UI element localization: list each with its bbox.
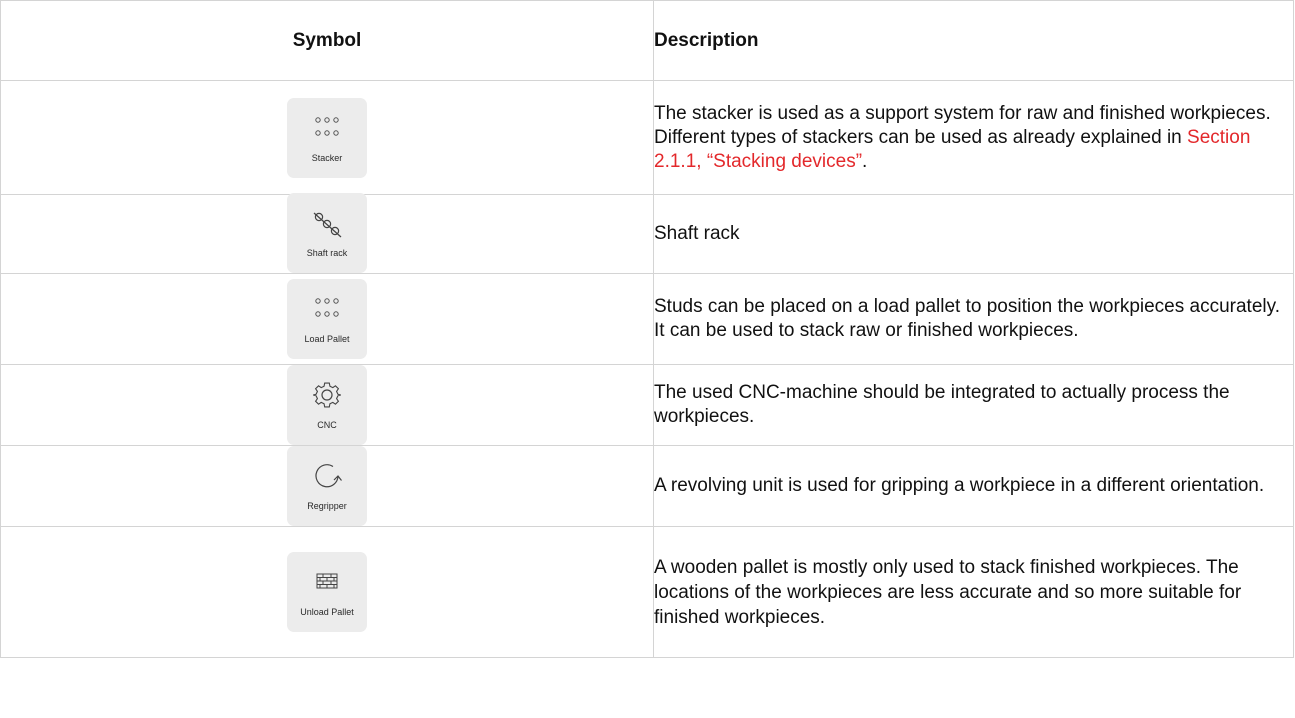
- table-row: Load Pallet Studs can be placed on a loa…: [0, 273, 1294, 365]
- shaft-rack-tile: Shaft rack: [287, 193, 367, 273]
- symbol-table: Symbol Description Stacker The stacker i…: [0, 0, 1294, 658]
- table-row: Unload Pallet A wooden pallet is mostly …: [0, 526, 1294, 658]
- symbol-label: CNC: [317, 420, 337, 430]
- description-cell: Shaft rack: [653, 194, 1294, 274]
- symbol-label: Stacker: [311, 152, 343, 163]
- symbol-label: Load Pallet: [304, 334, 350, 344]
- description-text-end: .: [862, 150, 868, 172]
- stacker-tile: Stacker: [287, 97, 367, 178]
- header-description: Description: [653, 0, 1294, 81]
- load-pallet-icon: [315, 298, 339, 317]
- symbol-table-page: Symbol Description Stacker The stacker i…: [0, 0, 1295, 718]
- description-cell: The stacker is used as a support system …: [653, 80, 1294, 195]
- symbol-cell: Unload Pallet: [0, 526, 654, 658]
- stacker-icon: [315, 116, 339, 136]
- table-row: Stacker The stacker is used as a support…: [0, 80, 1294, 195]
- description-cell: A wooden pallet is mostly only used to s…: [653, 526, 1294, 658]
- table-row: Regripper A revolving unit is used for g…: [0, 445, 1294, 527]
- symbol-cell: Stacker: [0, 80, 654, 195]
- cnc-tile: CNC: [287, 365, 367, 445]
- description-cell: Studs can be placed on a load pallet to …: [653, 273, 1294, 365]
- regripper-tile: Regripper: [287, 446, 367, 526]
- shaft-rack-icon: [313, 212, 342, 238]
- unload-pallet-tile: Unload Pallet: [287, 552, 367, 632]
- symbol-cell: CNC: [0, 364, 654, 446]
- symbol-label: Regripper: [307, 501, 347, 511]
- symbol-cell: Shaft rack: [0, 193, 654, 274]
- table-header-row: Symbol Description: [0, 0, 1294, 81]
- table-row: CNC The used CNC-machine should be integ…: [0, 364, 1294, 446]
- pallet-grid-icon: [316, 573, 338, 589]
- symbol-label: Unload Pallet: [300, 607, 354, 617]
- symbol-cell: Regripper: [0, 445, 654, 527]
- symbol-label: Shaft rack: [306, 248, 348, 258]
- table-row: Shaft rack Shaft rack: [0, 193, 1294, 274]
- symbol-cell: Load Pallet: [0, 273, 654, 365]
- rotate-arrow-icon: [315, 464, 342, 488]
- description-cell: A revolving unit is used for gripping a …: [653, 445, 1294, 527]
- description-cell: The used CNC-machine should be integrate…: [653, 364, 1294, 446]
- gear-icon: [313, 382, 341, 408]
- load-pallet-tile: Load Pallet: [287, 279, 367, 359]
- description-text: The stacker is used as a support system …: [654, 102, 1271, 148]
- header-symbol: Symbol: [0, 0, 654, 81]
